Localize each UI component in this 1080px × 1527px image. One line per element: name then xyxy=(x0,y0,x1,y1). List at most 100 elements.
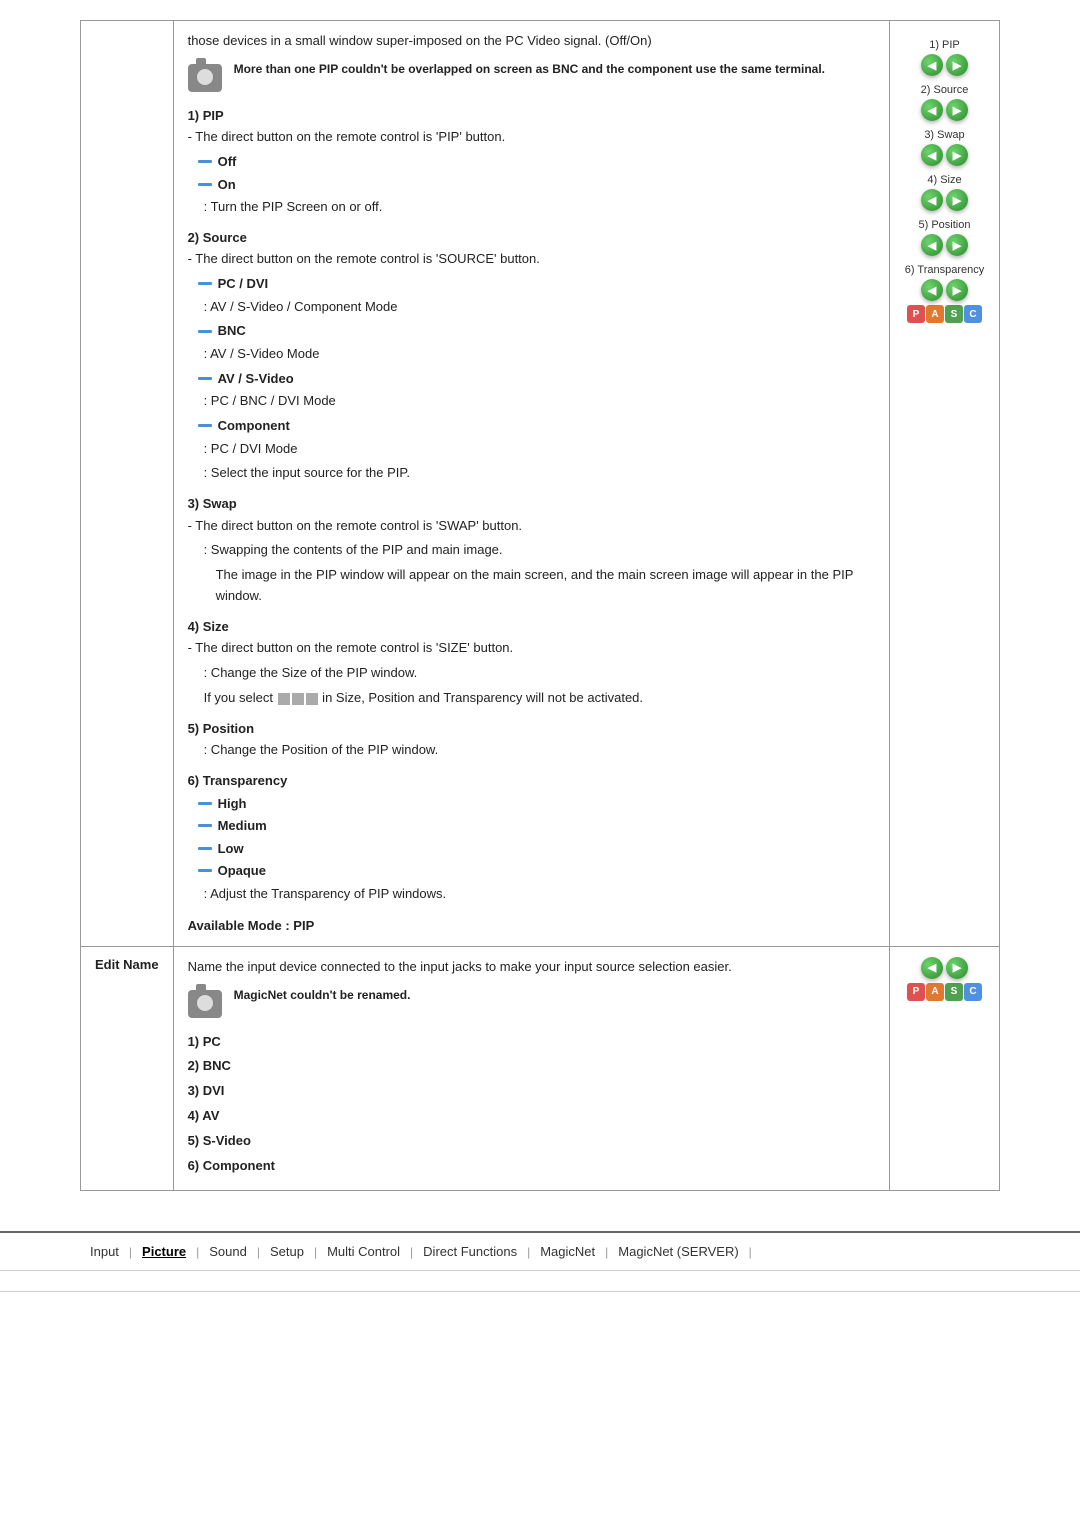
pip-row: those devices in a small window super-im… xyxy=(81,21,1000,947)
intro-text: those devices in a small window super-im… xyxy=(188,31,875,52)
pip-direct: - The direct button on the remote contro… xyxy=(188,127,875,148)
transparency-medium-label: Medium xyxy=(218,816,267,836)
size-title: 4) Size xyxy=(188,617,875,637)
pip-note-text: More than one PIP couldn't be overlapped… xyxy=(234,60,825,78)
source-pcdvi: PC / DVI xyxy=(198,274,875,294)
nav-multicontrol[interactable]: Multi Control xyxy=(317,1241,410,1262)
nav-sound[interactable]: Sound xyxy=(199,1241,257,1262)
pasc-s-btn: S xyxy=(945,305,963,323)
edit-name-note-box: MagicNet couldn't be renamed. xyxy=(188,986,875,1024)
edit-pasc-row: P A S C xyxy=(904,983,985,1001)
sq-icon-2 xyxy=(292,693,304,705)
source-component: Component xyxy=(198,416,875,436)
transparency-low-label: Low xyxy=(218,839,244,859)
dash-icon-5 xyxy=(198,377,212,380)
source-pcdvi-label: PC / DVI xyxy=(218,274,269,294)
pasc-c-btn: C xyxy=(964,305,982,323)
edit-pc: 1) PC xyxy=(188,1032,875,1053)
transparency-opaque-label: Opaque xyxy=(218,861,266,881)
transparency-medium: Medium xyxy=(198,816,875,836)
source-component-desc: : PC / DVI Mode xyxy=(204,439,875,460)
size-desc1: : Change the Size of the PIP window. xyxy=(204,663,875,684)
edit-name-btn-pair: ◀ ▶ xyxy=(904,957,985,979)
pip-btn-section: 1) PIP ◀ ▶ xyxy=(904,39,985,76)
position-btn-pair: ◀ ▶ xyxy=(904,234,985,256)
warning-icon-2 xyxy=(188,986,226,1024)
swap-btn-pair: ◀ ▶ xyxy=(904,144,985,166)
transparency-btn-section: 6) Transparency ◀ ▶ P A S xyxy=(904,264,985,323)
nav-picture[interactable]: Picture xyxy=(132,1241,196,1262)
transparency-desc: : Adjust the Transparency of PIP windows… xyxy=(204,884,875,905)
edit-bnc: 2) BNC xyxy=(188,1056,875,1077)
sq-icon-1 xyxy=(278,693,290,705)
right-arrow-icon-5: ▶ xyxy=(953,239,961,252)
position-title: 5) Position xyxy=(188,719,875,739)
transparency-side-label: 6) Transparency xyxy=(904,264,985,276)
swap-title: 3) Swap xyxy=(188,494,875,514)
edit-svideo: 5) S-Video xyxy=(188,1131,875,1152)
transparency-btn-left[interactable]: ◀ xyxy=(921,279,943,301)
main-table: those devices in a small window super-im… xyxy=(80,20,1000,1191)
pasc-p-btn: P xyxy=(907,305,925,323)
nav-sep-8: | xyxy=(749,1245,752,1259)
dash-icon-9 xyxy=(198,847,212,850)
edit-pasc-c: C xyxy=(964,983,982,1001)
edit-name-images-cell: ◀ ▶ P A S C xyxy=(890,946,1000,1191)
pip-btn-pair: ◀ ▶ xyxy=(904,54,985,76)
dash-icon-3 xyxy=(198,282,212,285)
swap-btn-right[interactable]: ▶ xyxy=(946,144,968,166)
edit-name-row: Edit Name Name the input device connecte… xyxy=(81,946,1000,1191)
source-av-desc: : PC / BNC / DVI Mode xyxy=(204,391,875,412)
nav-directfunctions[interactable]: Direct Functions xyxy=(413,1241,527,1262)
pip-pasc-row: P A S C xyxy=(904,305,985,323)
sq-icon-3 xyxy=(306,693,318,705)
swap-btn-section: 3) Swap ◀ ▶ xyxy=(904,129,985,166)
pip-on-item: On xyxy=(198,175,875,195)
left-arrow-icon-6: ◀ xyxy=(928,284,936,297)
right-arrow-icon-6: ▶ xyxy=(953,284,961,297)
left-arrow-icon-2: ◀ xyxy=(928,104,936,117)
nav-magicnet-server[interactable]: MagicNet (SERVER) xyxy=(608,1241,748,1262)
source-av: AV / S-Video xyxy=(198,369,875,389)
source-title: 2) Source xyxy=(188,228,875,248)
nav-magicnet[interactable]: MagicNet xyxy=(530,1241,605,1262)
pip-off-item: Off xyxy=(198,152,875,172)
swap-side-label: 3) Swap xyxy=(904,129,985,141)
pip-btn-right[interactable]: ▶ xyxy=(946,54,968,76)
size-btn-right[interactable]: ▶ xyxy=(946,189,968,211)
nav-setup[interactable]: Setup xyxy=(260,1241,314,1262)
left-arrow-icon: ◀ xyxy=(928,59,936,72)
size-desc2: If you select in Size, Position and Tran… xyxy=(204,688,875,709)
camera-shape xyxy=(188,64,222,92)
pip-content-cell: those devices in a small window super-im… xyxy=(173,21,889,947)
transparency-btn-pair: ◀ ▶ xyxy=(904,279,985,301)
transparency-btn-right[interactable]: ▶ xyxy=(946,279,968,301)
swap-btn-left[interactable]: ◀ xyxy=(921,144,943,166)
left-arrow-icon-5: ◀ xyxy=(928,239,936,252)
pip-images-cell: 1) PIP ◀ ▶ 2) Source xyxy=(890,21,1000,947)
pip-on-desc: : Turn the PIP Screen on or off. xyxy=(204,197,875,218)
position-btn-left[interactable]: ◀ xyxy=(921,234,943,256)
pip-note-box: More than one PIP couldn't be overlapped… xyxy=(188,60,875,98)
left-arrow-icon-4: ◀ xyxy=(928,194,936,207)
edit-pasc-s: S xyxy=(945,983,963,1001)
edit-btn-right[interactable]: ▶ xyxy=(946,957,968,979)
edit-pasc-a: A xyxy=(926,983,944,1001)
source-pcdvi-desc: : AV / S-Video / Component Mode xyxy=(204,297,875,318)
transparency-high: High xyxy=(198,794,875,814)
pip-btn-left[interactable]: ◀ xyxy=(921,54,943,76)
source-btn-right[interactable]: ▶ xyxy=(946,99,968,121)
right-arrow-icon: ▶ xyxy=(953,59,961,72)
nav-input[interactable]: Input xyxy=(80,1241,129,1262)
available-mode: Available Mode : PIP xyxy=(188,916,875,936)
left-arrow-icon-7: ◀ xyxy=(928,961,936,974)
edit-btn-left[interactable]: ◀ xyxy=(921,957,943,979)
source-av-label: AV / S-Video xyxy=(218,369,294,389)
pip-section-title: 1) PIP xyxy=(188,106,875,126)
source-direct: - The direct button on the remote contro… xyxy=(188,249,875,270)
size-btn-left[interactable]: ◀ xyxy=(921,189,943,211)
edit-name-content: Name the input device connected to the i… xyxy=(173,946,889,1191)
position-btn-right[interactable]: ▶ xyxy=(946,234,968,256)
dash-icon-10 xyxy=(198,869,212,872)
source-btn-left[interactable]: ◀ xyxy=(921,99,943,121)
